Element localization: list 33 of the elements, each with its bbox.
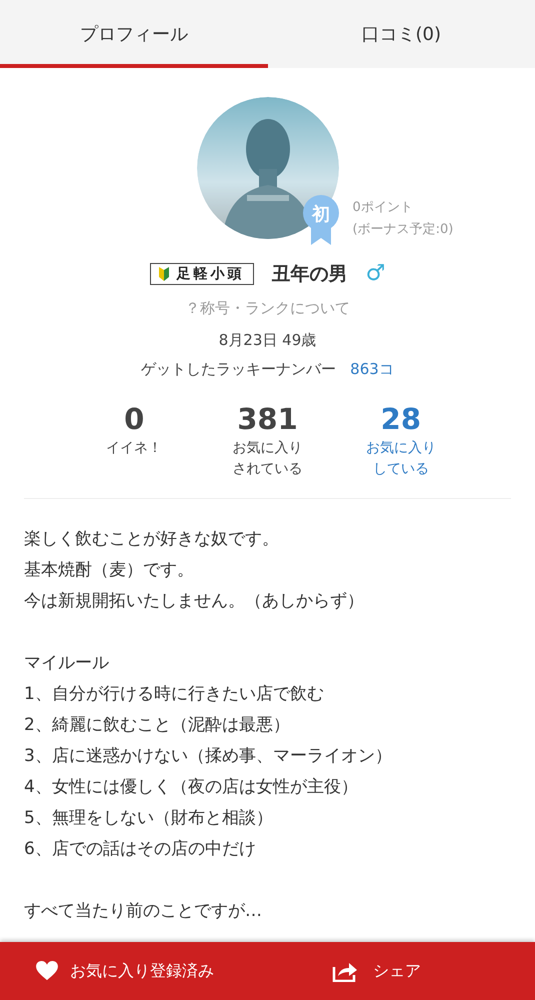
lucky-number-count-link[interactable]: 863コ <box>350 358 394 380</box>
stat-label: イイネ！ <box>106 439 162 458</box>
bio-text-line: マイルール <box>24 652 110 675</box>
share-icon <box>332 960 358 982</box>
beginner-mark-icon <box>158 267 169 282</box>
birthday-age-text: 8月23日 49歳 <box>218 330 316 351</box>
stat-label: お気に入り されている <box>232 439 302 479</box>
user-name: 丑年の男 <box>272 262 348 287</box>
lucky-number-label: ゲットしたラッキーナンバー <box>141 358 336 380</box>
male-symbol: ♂ <box>366 263 386 286</box>
favorite-registered-button[interactable]: お気に入り登録済み <box>0 942 239 1000</box>
bio-text-line: すべて当たり前のことですが… <box>24 900 263 923</box>
following-label-link[interactable]: お気に入り している <box>366 438 436 480</box>
bio-text-line: 6、店での話はその店の中だけ <box>24 838 257 861</box>
points-text: 0ポイント <box>352 199 414 217</box>
following-count-link[interactable]: 28 <box>380 402 421 436</box>
stat-count: 381 <box>237 402 298 436</box>
tab[interactable]: 口コミ(0) <box>268 0 535 68</box>
bio-text-line: 楽しく飲むことが好きな奴です。 <box>24 528 280 551</box>
stat-count: 0 <box>124 402 144 436</box>
bio-text-line: 3、店に迷惑かけない（揉め事、マーライオン） <box>24 745 393 768</box>
share-button[interactable]: シェア <box>239 942 535 1000</box>
heart-icon <box>36 961 58 981</box>
bio-text-line: 4、女性には優しく（夜の店は女性が主役） <box>24 776 359 799</box>
bio-text-line: 1、自分が行ける時に行きたい店で飲む <box>24 683 325 706</box>
rank-info-link[interactable]: ？称号・ランクについて <box>185 296 350 319</box>
bio-text-line: 5、無理をしない（財布と相談） <box>24 807 274 830</box>
rank-title-badge: 足軽小頭 <box>150 263 254 286</box>
bio-text-line: 今は新規開拓いたしません。（あしからず） <box>24 590 365 613</box>
bio-text-line: 基本焼酎（麦）です。 <box>24 559 195 582</box>
bonus-points-text: (ボーナス予定:0) <box>352 221 454 239</box>
tab[interactable]: プロフィール <box>0 0 268 68</box>
bio-text-line: 2、綺麗に飲むこと（泥酔は最悪） <box>24 714 291 737</box>
